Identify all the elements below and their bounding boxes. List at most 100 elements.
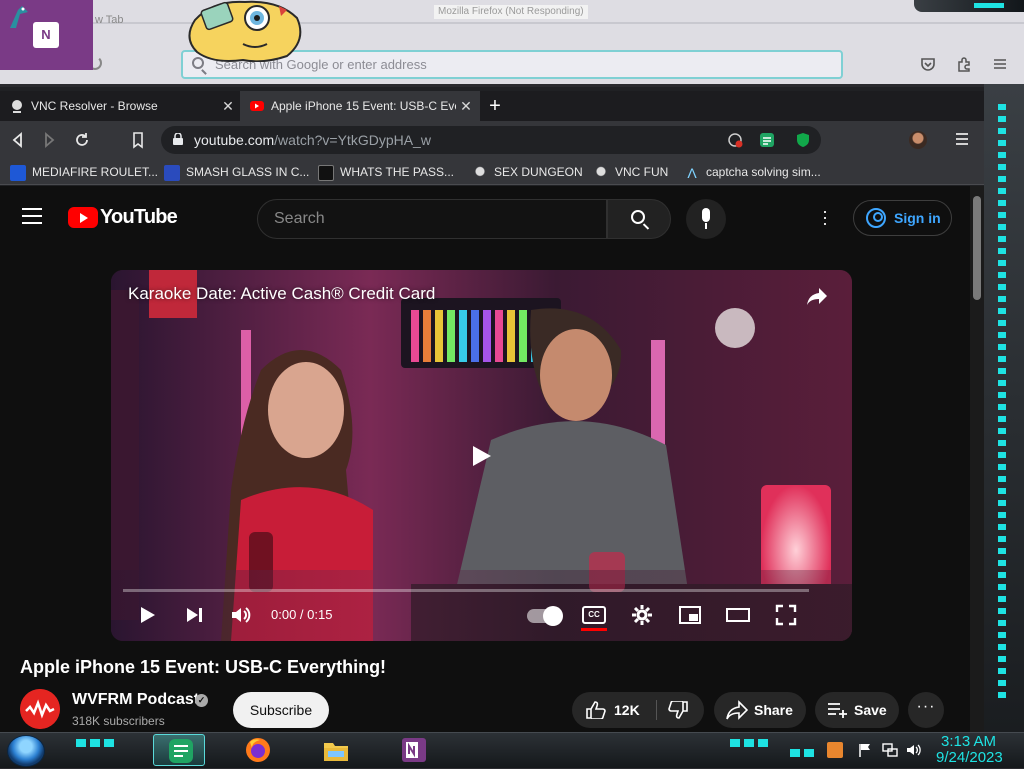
like-icon[interactable] bbox=[586, 701, 606, 719]
network-icon[interactable] bbox=[882, 742, 898, 758]
search-input[interactable]: Search bbox=[257, 199, 607, 239]
url-path: /watch?v=YtkGDypHA_w bbox=[274, 132, 431, 148]
back-button[interactable] bbox=[8, 130, 28, 150]
onenote-tile[interactable]: N bbox=[0, 0, 93, 70]
more-actions-button[interactable]: ··· bbox=[908, 692, 944, 728]
taskbar-notes-app[interactable] bbox=[153, 734, 205, 766]
youtube-wordmark: YouTube bbox=[100, 206, 178, 228]
play-button[interactable] bbox=[135, 603, 159, 627]
more-options-icon[interactable]: · · · bbox=[818, 202, 832, 232]
reload-button[interactable] bbox=[72, 130, 92, 150]
hamburger-menu-icon[interactable] bbox=[22, 208, 42, 224]
close-icon[interactable]: ✕ bbox=[459, 91, 473, 121]
subscriber-count: 318K subscribers bbox=[72, 714, 165, 728]
clock-time[interactable]: 3:13 AM bbox=[941, 733, 996, 750]
pocket-icon[interactable] bbox=[920, 56, 936, 72]
like-dislike-group: 12K bbox=[572, 692, 704, 728]
start-button[interactable] bbox=[7, 735, 45, 767]
extensions-icon[interactable] bbox=[956, 56, 972, 72]
bookmark-label: SEX DUNGEON bbox=[494, 165, 583, 179]
subscribe-button[interactable]: Subscribe bbox=[233, 692, 329, 728]
bookmark-smash-glass[interactable]: SMASH GLASS IN C... bbox=[164, 163, 309, 181]
fullscreen-icon[interactable] bbox=[774, 603, 798, 627]
taskbar: 3:13 AM 9/24/2023 bbox=[0, 732, 1024, 768]
bookmark-label: captcha solving sim... bbox=[706, 165, 821, 179]
app-tray-icon[interactable] bbox=[827, 742, 843, 758]
dislike-icon[interactable] bbox=[668, 701, 688, 719]
next-button[interactable] bbox=[182, 603, 206, 627]
save-label: Save bbox=[854, 702, 887, 718]
bookmark-label: SMASH GLASS IN C... bbox=[186, 165, 310, 179]
bookmark-sex-dungeon[interactable]: SEX DUNGEON bbox=[472, 163, 583, 181]
account-icon bbox=[866, 208, 886, 228]
autoplay-toggle[interactable] bbox=[527, 606, 563, 626]
progress-bar[interactable] bbox=[123, 589, 809, 592]
taskbar-onenote[interactable] bbox=[387, 734, 439, 766]
sign-in-button[interactable]: Sign in bbox=[853, 200, 952, 236]
youtube-play-icon bbox=[68, 207, 98, 228]
close-icon[interactable]: ✕ bbox=[221, 91, 235, 121]
captions-active-indicator bbox=[581, 628, 607, 631]
camera-blocked-icon[interactable] bbox=[727, 132, 743, 148]
chrome-menu-icon[interactable] bbox=[954, 129, 970, 149]
clock-date[interactable]: 9/24/2023 bbox=[936, 749, 1003, 766]
new-tab-button[interactable]: + bbox=[486, 96, 504, 116]
sign-in-label: Sign in bbox=[894, 210, 941, 226]
scrollbar-thumb[interactable] bbox=[973, 196, 981, 300]
hamburger-menu-icon[interactable] bbox=[992, 56, 1008, 72]
channel-avatar[interactable] bbox=[20, 689, 60, 729]
tab-vnc-resolver[interactable]: VNC Resolver - Browse ✕ bbox=[0, 91, 240, 121]
video-player[interactable]: Karaoke Date: Active Cash® Credit Card 0… bbox=[111, 270, 852, 641]
ad-title[interactable]: Karaoke Date: Active Cash® Credit Card bbox=[128, 284, 435, 304]
taskbar-decoration bbox=[730, 739, 770, 747]
time-display: 0:00 / 0:15 bbox=[271, 607, 333, 622]
voice-search-button[interactable] bbox=[686, 199, 726, 239]
bookmark-star-button[interactable] bbox=[128, 130, 148, 150]
bookmark-captcha[interactable]: Λcaptcha solving sim... bbox=[684, 163, 821, 181]
settings-gear-icon[interactable] bbox=[630, 603, 654, 627]
theater-mode-icon[interactable] bbox=[726, 603, 750, 627]
vnc-icon bbox=[12, 100, 22, 113]
bookmark-icon bbox=[318, 164, 334, 181]
bookmark-whats-the-pass[interactable]: WHATS THE PASS... bbox=[318, 163, 454, 181]
search-icon bbox=[631, 210, 645, 224]
bookmark-mediafire[interactable]: MEDIAFIRE ROULET... bbox=[10, 163, 158, 181]
firefox-tab-fragment[interactable]: w Tab bbox=[95, 14, 124, 26]
address-bar[interactable]: youtube.com/watch?v=YtkGDypHA_w bbox=[161, 126, 821, 154]
folder-icon bbox=[324, 743, 348, 761]
profile-avatar[interactable] bbox=[909, 131, 927, 149]
volume-icon[interactable] bbox=[229, 603, 253, 627]
notes-extension-icon[interactable] bbox=[759, 132, 775, 148]
bird-icon bbox=[10, 6, 28, 28]
forward-button[interactable] bbox=[39, 130, 59, 150]
shield-icon[interactable] bbox=[795, 132, 811, 148]
notes-app-icon bbox=[169, 739, 193, 763]
save-button[interactable]: Save bbox=[815, 692, 899, 728]
tab-apple-event[interactable]: Apple iPhone 15 Event: USB-C Eve ✕ bbox=[240, 91, 480, 121]
chrome-tab-strip: VNC Resolver - Browse ✕ Apple iPhone 15 … bbox=[0, 91, 984, 121]
channel-name[interactable]: WVFRM Podcast bbox=[72, 691, 199, 709]
taskbar-file-explorer[interactable] bbox=[309, 734, 361, 766]
like-count[interactable]: 12K bbox=[614, 692, 640, 728]
taskbar-firefox[interactable] bbox=[231, 734, 283, 766]
firefox-window-background: w Tab Mozilla Firefox (Not Responding) S… bbox=[0, 0, 1024, 84]
play-icon[interactable] bbox=[471, 444, 493, 468]
miniplayer-icon[interactable] bbox=[678, 603, 702, 627]
onenote-icon bbox=[402, 738, 426, 762]
bookmark-vnc-fun[interactable]: VNC FUN bbox=[593, 163, 668, 181]
bookmark-label: VNC FUN bbox=[615, 165, 669, 179]
search-button[interactable] bbox=[607, 199, 671, 239]
captions-button[interactable]: CC bbox=[582, 606, 606, 624]
share-icon[interactable] bbox=[805, 284, 829, 308]
share-button[interactable]: Share bbox=[714, 692, 806, 728]
tab-label: VNC Resolver - Browse bbox=[31, 99, 158, 113]
page-scrollbar[interactable] bbox=[970, 186, 984, 732]
mediafire-icon bbox=[10, 164, 26, 181]
volume-icon[interactable] bbox=[905, 742, 921, 758]
bookmarks-bar: MEDIAFIRE ROULET... SMASH GLASS IN C... … bbox=[0, 159, 984, 185]
video-title: Apple iPhone 15 Event: USB-C Everything! bbox=[20, 657, 387, 677]
window-frame-decoration bbox=[914, 0, 1024, 12]
url-text: youtube.com/watch?v=YtkGDypHA_w bbox=[194, 126, 431, 154]
flag-icon[interactable] bbox=[857, 742, 873, 758]
taskbar-decoration bbox=[76, 739, 116, 747]
